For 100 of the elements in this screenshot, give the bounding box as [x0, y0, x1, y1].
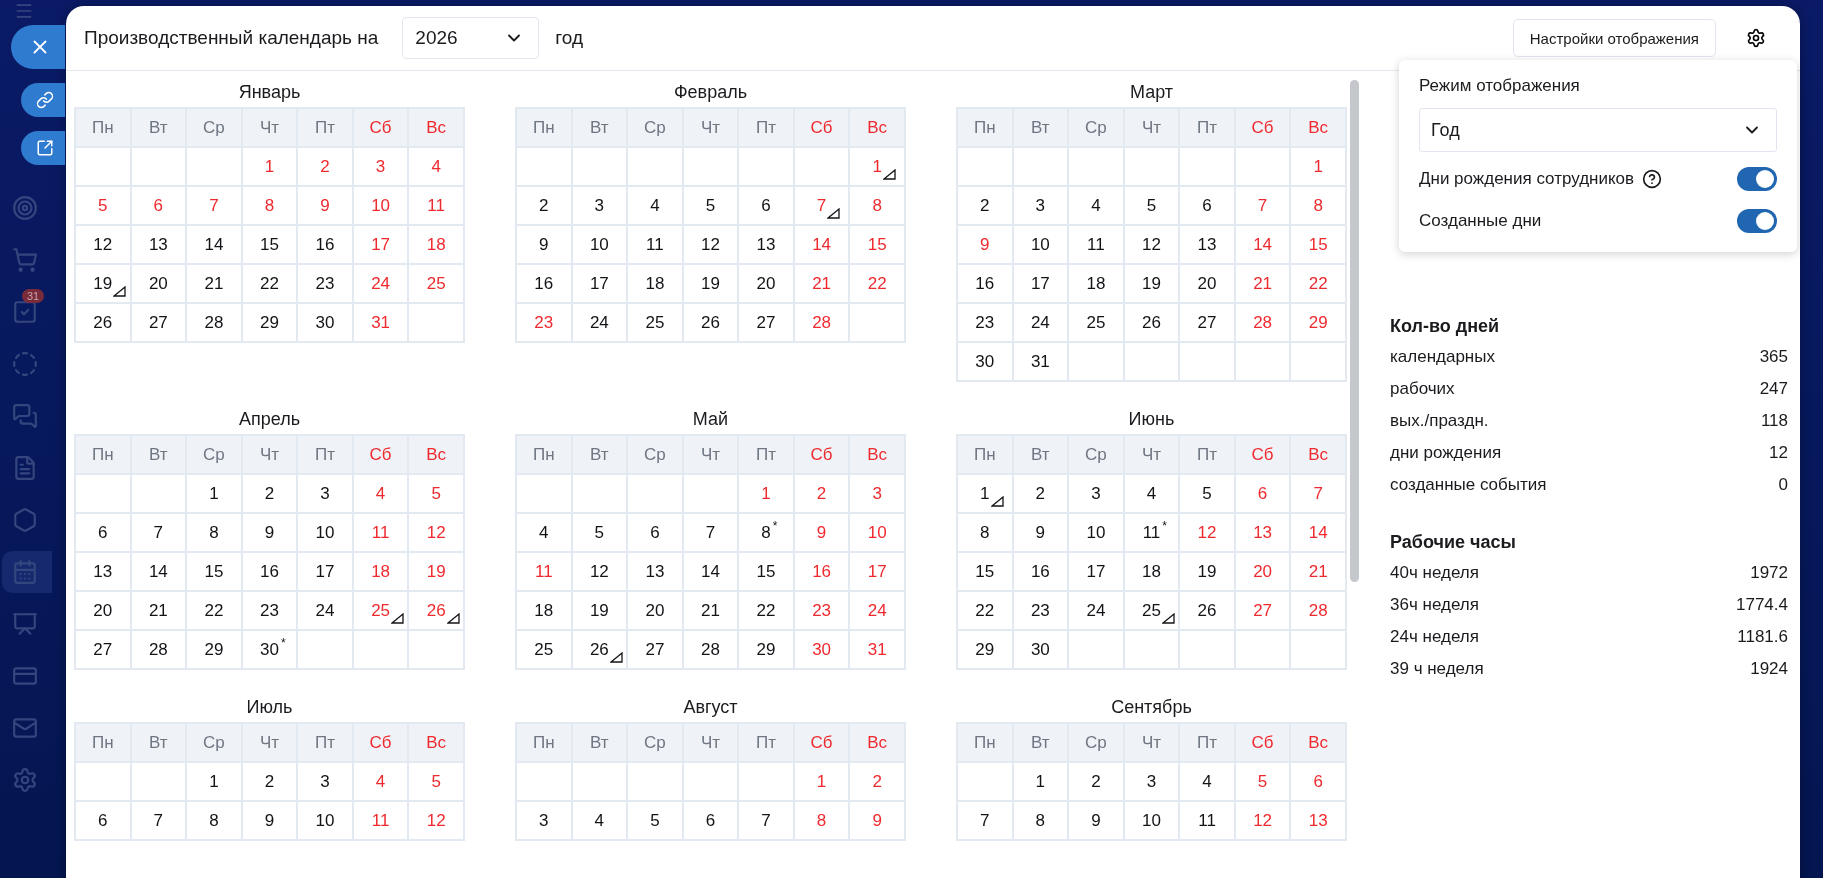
day-cell[interactable]: 3 — [516, 801, 572, 840]
day-cell[interactable]: 16 — [957, 264, 1013, 303]
day-cell[interactable]: 21 — [1234, 264, 1291, 303]
day-cell[interactable]: 21 — [1290, 552, 1346, 591]
day-cell[interactable]: 11 — [516, 552, 572, 591]
mode-select[interactable]: Год — [1419, 108, 1777, 152]
day-cell[interactable]: 25 — [1123, 591, 1180, 630]
day-cell[interactable]: 12 — [682, 225, 739, 264]
day-cell[interactable]: 1 — [1290, 147, 1346, 186]
day-cell[interactable]: 26 — [1179, 591, 1235, 630]
day-cell[interactable]: 25 — [627, 303, 683, 342]
day-cell[interactable]: 20 — [627, 591, 683, 630]
day-cell[interactable]: 28 — [793, 303, 850, 342]
day-cell[interactable]: 7 — [130, 801, 187, 840]
day-cell[interactable]: 3 — [297, 474, 353, 513]
day-cell[interactable]: 11 — [1179, 801, 1235, 840]
day-cell[interactable]: 18 — [352, 552, 409, 591]
day-cell[interactable]: 10 — [1012, 225, 1069, 264]
day-cell[interactable]: 4 — [1068, 186, 1124, 225]
day-cell[interactable]: 8 — [186, 513, 242, 552]
sidebar-item[interactable] — [2, 551, 52, 593]
day-cell[interactable]: 7 — [1234, 186, 1291, 225]
day-cell[interactable]: 15 — [957, 552, 1013, 591]
day-cell[interactable]: 9 — [849, 801, 905, 840]
day-cell[interactable]: 25 — [1068, 303, 1124, 342]
day-cell[interactable]: 8 — [849, 186, 905, 225]
day-cell[interactable]: 28 — [186, 303, 242, 342]
day-cell[interactable]: 16 — [1012, 552, 1069, 591]
day-cell[interactable]: 1 — [1012, 762, 1069, 801]
day-cell[interactable]: 29 — [241, 303, 298, 342]
day-cell[interactable]: 21 — [682, 591, 739, 630]
day-cell[interactable]: 2 — [516, 186, 572, 225]
open-button[interactable] — [21, 131, 65, 165]
day-cell[interactable]: 10 — [1068, 513, 1124, 552]
menu-icon[interactable] — [14, 1, 34, 21]
day-cell[interactable]: 25 — [516, 630, 572, 669]
day-cell[interactable]: 1 — [849, 147, 905, 186]
day-cell[interactable]: 14 — [186, 225, 242, 264]
day-cell[interactable]: 6 — [75, 513, 131, 552]
day-cell[interactable]: 15 — [1290, 225, 1346, 264]
day-cell[interactable]: 10 — [1123, 801, 1180, 840]
day-cell[interactable]: 19 — [1179, 552, 1235, 591]
toggle-switch[interactable] — [1737, 167, 1777, 191]
day-cell[interactable]: 30 — [297, 303, 353, 342]
day-cell[interactable]: 1 — [186, 474, 242, 513]
day-cell[interactable]: 23 — [957, 303, 1013, 342]
day-cell[interactable]: 7 — [738, 801, 794, 840]
day-cell[interactable]: 22 — [186, 591, 242, 630]
day-cell[interactable]: 4 — [1123, 474, 1180, 513]
day-cell[interactable]: 2 — [849, 762, 905, 801]
day-cell[interactable]: 14 — [682, 552, 739, 591]
day-cell[interactable]: 2 — [793, 474, 850, 513]
day-cell[interactable]: 22 — [849, 264, 905, 303]
day-cell[interactable]: 26 — [571, 630, 628, 669]
day-cell[interactable]: 19 — [408, 552, 464, 591]
day-cell[interactable]: 17 — [571, 264, 628, 303]
day-cell[interactable]: 9 — [793, 513, 850, 552]
day-cell[interactable]: 3 — [352, 147, 409, 186]
day-cell[interactable]: 17 — [1068, 552, 1124, 591]
day-cell[interactable]: 7 — [682, 513, 739, 552]
day-cell[interactable]: 2 — [241, 762, 298, 801]
day-cell[interactable]: 4 — [1179, 762, 1235, 801]
day-cell[interactable]: 6 — [1234, 474, 1291, 513]
day-cell[interactable]: 10 — [849, 513, 905, 552]
day-cell[interactable]: 3 — [297, 762, 353, 801]
day-cell[interactable]: 10 — [352, 186, 409, 225]
day-cell[interactable]: 5 — [627, 801, 683, 840]
day-cell[interactable]: 31 — [352, 303, 409, 342]
day-cell[interactable]: 1 — [793, 762, 850, 801]
day-cell[interactable]: 13 — [75, 552, 131, 591]
day-cell[interactable]: 18 — [1068, 264, 1124, 303]
day-cell[interactable]: 5 — [1179, 474, 1235, 513]
day-cell[interactable]: 2 — [297, 147, 353, 186]
day-cell[interactable]: 6 — [1290, 762, 1346, 801]
day-cell[interactable]: 1 — [241, 147, 298, 186]
day-cell[interactable]: 26 — [408, 591, 464, 630]
day-cell[interactable]: 9 — [516, 225, 572, 264]
day-cell[interactable]: 18 — [1123, 552, 1180, 591]
day-cell[interactable]: 15 — [738, 552, 794, 591]
day-cell[interactable]: 9 — [957, 225, 1013, 264]
day-cell[interactable]: 26 — [1123, 303, 1180, 342]
day-cell[interactable]: 12 — [1123, 225, 1180, 264]
day-cell[interactable]: 22 — [1290, 264, 1346, 303]
day-cell[interactable]: 4 — [408, 147, 464, 186]
day-cell[interactable]: 15 — [849, 225, 905, 264]
day-cell[interactable]: 3 — [1012, 186, 1069, 225]
day-cell[interactable]: 20 — [1234, 552, 1291, 591]
day-cell[interactable]: 20 — [738, 264, 794, 303]
day-cell[interactable]: 11 — [1068, 225, 1124, 264]
day-cell[interactable]: 8 — [186, 801, 242, 840]
day-cell[interactable]: 23 — [793, 591, 850, 630]
day-cell[interactable]: 22 — [957, 591, 1013, 630]
day-cell[interactable]: 17 — [297, 552, 353, 591]
help-icon[interactable] — [1642, 169, 1663, 189]
day-cell[interactable]: 27 — [1234, 591, 1291, 630]
day-cell[interactable]: 22 — [241, 264, 298, 303]
day-cell[interactable]: 17 — [352, 225, 409, 264]
day-cell[interactable]: 12 — [1234, 801, 1291, 840]
day-cell[interactable]: 28 — [682, 630, 739, 669]
day-cell[interactable]: 2 — [957, 186, 1013, 225]
